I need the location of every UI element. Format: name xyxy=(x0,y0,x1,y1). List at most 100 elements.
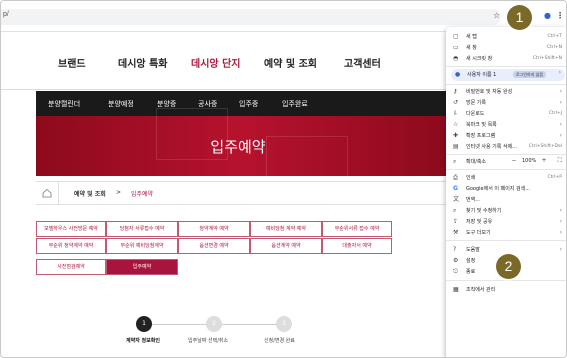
breadcrumb-separator: > xyxy=(116,189,122,196)
settings-icon: ⚙ xyxy=(453,257,459,264)
annotation-marker-1: 1 xyxy=(507,5,532,30)
breadcrumb-section[interactable]: 예약 및 조회 xyxy=(74,189,106,198)
menu-item-shortcut: Ctrl+Shift+N xyxy=(532,56,562,61)
menu-item-extensions[interactable]: ✚ 확장 프로그램 › xyxy=(446,131,566,141)
menu-item-history[interactable]: ↺ 방문 기록 › xyxy=(446,98,566,108)
home-button[interactable] xyxy=(36,182,59,204)
history-icon: ↺ xyxy=(453,99,459,106)
nav-item-complex[interactable]: 데시앙 단지 xyxy=(191,55,240,70)
menu-item-new-tab[interactable]: ▢ 새 탭 Ctrl+T xyxy=(446,32,566,42)
profile-status-badge: 로그인하지 않음 xyxy=(513,71,547,78)
menu-item-save-share[interactable]: ⇪ 저장 및 공유 › xyxy=(446,217,566,227)
zoom-in-button[interactable]: + xyxy=(540,157,548,165)
chevron-right-icon: › xyxy=(559,207,562,214)
menu-item-bookmarks[interactable]: ☆ 북마크 및 목록 › xyxy=(446,120,566,130)
address-bar[interactable]: p/ xyxy=(1,9,501,25)
chevron-right-icon: › xyxy=(559,88,562,95)
new-tab-icon: ▢ xyxy=(453,33,459,40)
search-icon: ⌕ xyxy=(453,207,457,214)
subnav-planned[interactable]: 분양예정 xyxy=(108,99,134,109)
chevron-right-icon: › xyxy=(559,246,562,253)
kebab-menu-icon[interactable]: ⋮ xyxy=(556,11,564,21)
menu-item-label: 새 시크릿 창 xyxy=(466,56,493,62)
subnav-calendar[interactable]: 분양캘린더 xyxy=(48,99,80,109)
tab-loan[interactable]: 대출자서 예약 xyxy=(322,238,392,254)
chevron-right-icon: › xyxy=(559,121,562,128)
menu-item-shortcut: Ctrl+P xyxy=(547,175,563,180)
home-icon xyxy=(42,188,52,198)
chevron-right-icon: › xyxy=(559,218,562,225)
subnav-completed[interactable]: 입주완료 xyxy=(282,99,308,109)
print-icon: ⎙ xyxy=(453,174,458,181)
zoom-label: 확대/축소 xyxy=(466,159,487,165)
url-text: p/ xyxy=(3,11,9,18)
person-icon[interactable]: ● xyxy=(544,11,551,21)
nav-item-special[interactable]: 데시앙 특화 xyxy=(118,55,167,70)
menu-profile[interactable]: ● 사용자 이름 1 로그인하지 않음 › xyxy=(451,69,565,81)
menu-item-translate[interactable]: 文 번역... xyxy=(446,195,566,205)
tab-unranked-reserve[interactable]: 무순위 예비당첨계약 xyxy=(106,238,178,254)
tab-pre-inspection[interactable]: 사전점검예약 xyxy=(36,259,106,275)
tab-reserve-contract[interactable]: 예비당첨 계약 예약 xyxy=(250,221,322,237)
menu-item-label: 북마크 및 목록 xyxy=(466,122,497,128)
profile-name: 사용자 이름 1 xyxy=(467,72,497,78)
menu-item-clear-data[interactable]: ▤ 인터넷 사용 기록 삭제... Ctrl+Shift+Del xyxy=(446,142,566,152)
menu-item-shortcut: Ctrl+Shift+Del xyxy=(528,144,562,149)
translate-icon: 文 xyxy=(453,196,460,203)
step-1-dot: 1 xyxy=(136,316,152,332)
menu-item-shortcut: Ctrl+T xyxy=(547,34,562,39)
menu-item-shortcut: Ctrl+N xyxy=(546,45,562,50)
menu-item-print[interactable]: ⎙ 인쇄 Ctrl+P xyxy=(446,173,566,183)
tab-subscription-contract[interactable]: 청약계약 예약 xyxy=(178,221,250,237)
step-1-label: 계약자 정보확인 xyxy=(126,338,160,344)
new-window-icon: ▭ xyxy=(453,44,459,51)
menu-item-incognito[interactable]: ◓ 새 시크릿 창 Ctrl+Shift+N xyxy=(446,54,566,64)
nav-item-support[interactable]: 고객센터 xyxy=(344,55,381,70)
download-icon: ⇩ xyxy=(453,110,459,117)
menu-item-label: 조직에서 관리 xyxy=(466,287,496,293)
fullscreen-icon[interactable]: ⛶ xyxy=(558,157,562,165)
menu-item-label: 다운로드 xyxy=(466,111,485,117)
trash-icon: ▤ xyxy=(453,143,459,150)
menu-item-more-tools[interactable]: ⚒ 도구 더보기 › xyxy=(446,228,566,238)
breadcrumb-current: 입주예약 xyxy=(131,191,154,198)
zoom-out-button[interactable]: − xyxy=(510,157,518,165)
building-icon: ▦ xyxy=(453,286,459,293)
menu-divider xyxy=(446,169,566,170)
chevron-right-icon: › xyxy=(559,99,562,106)
browser-menu: ▢ 새 탭 Ctrl+T ▭ 새 창 Ctrl+N ◓ 새 시크릿 창 Ctrl… xyxy=(446,27,566,357)
chevron-right-icon: › xyxy=(558,69,561,76)
menu-item-label: 설정 xyxy=(466,258,476,264)
menu-item-new-window[interactable]: ▭ 새 창 Ctrl+N xyxy=(446,43,566,53)
menu-divider xyxy=(446,84,566,85)
menu-item-managed[interactable]: ▦ 조직에서 관리 xyxy=(446,285,566,295)
menu-item-label: 확장 프로그램 xyxy=(466,133,496,139)
chevron-right-icon: › xyxy=(559,132,562,139)
page-title: 입주예약 xyxy=(210,138,266,156)
menu-item-find[interactable]: ⌕ 찾기 및 수정하기 › xyxy=(446,206,566,216)
tab-unranked-contract[interactable]: 무순위 청약계약 예약 xyxy=(36,238,106,254)
step-3-label: 신청/변경 완료 xyxy=(264,338,295,344)
browser-window: p/ ☆ ● ⋮ 브랜드 데시앙 특화 데시앙 단지 예약 및 조회 고객센터 … xyxy=(0,0,567,358)
person-icon: ● xyxy=(455,71,461,78)
menu-item-passwords[interactable]: ⚷ 비밀번호 및 자동 완성 › xyxy=(446,87,566,97)
tab-move-in-reservation[interactable]: 입주예약 xyxy=(106,259,178,275)
subnav-moving-in[interactable]: 입주중 xyxy=(239,99,258,109)
menu-item-google-search[interactable]: G Google에서 이 페이지 검색... xyxy=(446,184,566,194)
hero-banner: 입주예약 xyxy=(36,108,446,183)
tab-unranked-documents[interactable]: 무순위서류 접수 예약 xyxy=(322,221,392,237)
nav-item-brand[interactable]: 브랜드 xyxy=(58,55,86,70)
menu-item-label: 저장 및 공유 xyxy=(466,219,493,225)
star-icon[interactable]: ☆ xyxy=(493,11,500,21)
menu-item-label: 인쇄 xyxy=(466,175,476,181)
incognito-icon: ◓ xyxy=(453,55,459,62)
menu-item-label: 비밀번호 및 자동 완성 xyxy=(466,89,513,95)
menu-divider xyxy=(446,66,566,67)
tab-option-change[interactable]: 옵션변경 예약 xyxy=(178,238,250,254)
menu-item-downloads[interactable]: ⇩ 다운로드 Ctrl+J xyxy=(446,109,566,119)
nav-item-reservation[interactable]: 예약 및 조회 xyxy=(264,55,317,70)
tab-option-contract[interactable]: 옵션계약 예약 xyxy=(250,238,322,254)
tab-model-house[interactable]: 모델하우스 사전방문 예약 xyxy=(36,221,106,237)
tab-document-submission[interactable]: 당첨자 서류접수 예약 xyxy=(106,221,178,237)
extension-icon: ✚ xyxy=(453,132,459,139)
